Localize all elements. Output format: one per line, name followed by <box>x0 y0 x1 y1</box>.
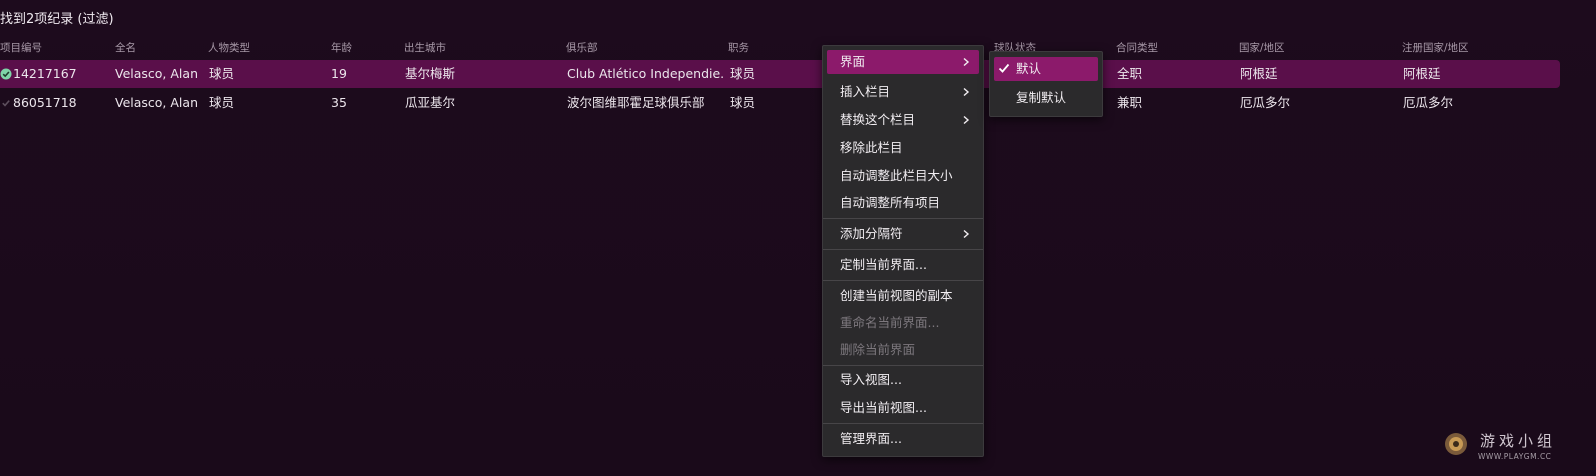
column-header-club[interactable]: 俱乐部 <box>566 40 598 55</box>
menu-separator <box>823 249 983 250</box>
submenu-item-label: 默认 <box>1016 61 1042 76</box>
menu-item-export-view[interactable]: 导出当前视图... <box>827 396 979 420</box>
submenu-item-copy-default[interactable]: 复制默认 <box>994 86 1098 110</box>
submenu-item-default[interactable]: 默认 <box>994 57 1098 81</box>
row-registered-country: 阿根廷 <box>1403 66 1441 81</box>
row-registered-country: 厄瓜多尔 <box>1403 95 1454 110</box>
menu-item-insert-column[interactable]: 插入栏目 <box>827 80 979 104</box>
menu-item-replace-column[interactable]: 替换这个栏目 <box>827 108 979 132</box>
column-header-type[interactable]: 人物类型 <box>208 40 250 55</box>
column-header-id[interactable]: 项目编号 <box>0 40 42 55</box>
result-count: 找到2项纪录 (过滤) <box>0 12 114 27</box>
menu-separator <box>823 280 983 281</box>
row-role: 球员 <box>730 95 756 110</box>
menu-item-label: 自动调整所有项目 <box>840 195 941 210</box>
menu-item-remove-column[interactable]: 移除此栏目 <box>827 136 979 160</box>
column-header-country[interactable]: 国家/地区 <box>1239 40 1285 55</box>
menu-item-label: 删除当前界面 <box>840 342 916 357</box>
column-header-registered-country[interactable]: 注册国家/地区 <box>1402 40 1469 55</box>
menu-item-view[interactable]: 界面 <box>827 50 979 74</box>
menu-item-label: 重命名当前界面... <box>840 315 940 330</box>
row-id: 14217167 <box>13 66 77 81</box>
menu-item-label: 添加分隔符 <box>840 226 903 241</box>
row-age: 35 <box>331 95 347 110</box>
menu-separator <box>823 365 983 366</box>
checkmark-outline-icon <box>2 100 10 107</box>
menu-item-manage-views[interactable]: 管理界面... <box>827 427 979 451</box>
row-contract: 兼职 <box>1117 95 1143 110</box>
row-city: 瓜亚基尔 <box>405 95 456 110</box>
column-header-role[interactable]: 职务 <box>728 40 749 55</box>
row-club[interactable]: 波尔图维耶霍足球俱乐部 <box>567 89 725 117</box>
row-country: 厄瓜多尔 <box>1240 95 1291 110</box>
menu-separator <box>823 218 983 219</box>
menu-item-add-separator[interactable]: 添加分隔符 <box>827 222 979 246</box>
table-row[interactable]: 14217167 Velasco, Alan 球员 19 基尔梅斯 Club A… <box>0 60 1560 88</box>
row-age: 19 <box>331 66 347 81</box>
menu-item-label: 导入视图... <box>840 372 902 387</box>
menu-item-label: 插入栏目 <box>840 84 891 99</box>
menu-separator <box>823 423 983 424</box>
watermark-logo-icon <box>1445 433 1467 455</box>
menu-item-rename-view: 重命名当前界面... <box>827 311 979 335</box>
column-header-contract-type[interactable]: 合同类型 <box>1116 40 1158 55</box>
menu-item-duplicate-view[interactable]: 创建当前视图的副本 <box>827 284 979 308</box>
column-header-name[interactable]: 全名 <box>115 40 136 55</box>
menu-item-customize-view[interactable]: 定制当前界面... <box>827 253 979 277</box>
row-name[interactable]: Velasco, Alan <box>115 60 198 88</box>
row-type: 球员 <box>209 66 235 81</box>
column-header-birth-city[interactable]: 出生城市 <box>404 40 446 55</box>
menu-item-autosize-column[interactable]: 自动调整此栏目大小 <box>827 164 979 188</box>
menu-item-delete-view: 删除当前界面 <box>827 338 979 362</box>
row-type: 球员 <box>209 95 235 110</box>
menu-item-autosize-all[interactable]: 自动调整所有项目 <box>827 191 979 215</box>
menu-item-label: 定制当前界面... <box>840 257 927 272</box>
menu-item-label: 替换这个栏目 <box>840 112 916 127</box>
row-contract: 全职 <box>1117 66 1143 81</box>
watermark-text: 游戏小组 <box>1480 432 1557 450</box>
row-club[interactable]: Club Atlético Independie... <box>567 60 725 88</box>
menu-item-label: 移除此栏目 <box>840 140 903 155</box>
menu-item-label: 自动调整此栏目大小 <box>840 168 953 183</box>
menu-item-label: 管理界面... <box>840 431 902 446</box>
column-context-menu: 界面 插入栏目 替换这个栏目 移除此栏目 自动调整此栏目大小 自动调整所有项目 … <box>822 45 984 457</box>
chevron-right-icon <box>963 87 970 97</box>
chevron-right-icon <box>963 115 970 125</box>
column-header-age[interactable]: 年龄 <box>331 40 352 55</box>
chevron-right-icon <box>963 229 970 239</box>
checkmark-circle-icon <box>0 68 12 80</box>
chevron-right-icon <box>963 57 970 67</box>
submenu-item-label: 复制默认 <box>1016 90 1067 105</box>
menu-item-label: 创建当前视图的副本 <box>840 288 953 303</box>
view-submenu: 默认 复制默认 <box>989 51 1103 117</box>
menu-item-label: 导出当前视图... <box>840 400 927 415</box>
table-header: 项目编号 全名 人物类型 年龄 出生城市 俱乐部 职务 球队状态 合同类型 国家… <box>0 40 1596 54</box>
menu-item-label: 界面 <box>840 54 866 69</box>
row-city: 基尔梅斯 <box>405 66 456 81</box>
row-country: 阿根廷 <box>1240 66 1278 81</box>
menu-item-import-view[interactable]: 导入视图... <box>827 368 979 392</box>
row-name[interactable]: Velasco, Alan <box>115 89 198 117</box>
watermark: 游戏小组 WWW.PLAYGM.CC <box>1444 428 1594 468</box>
row-id: 86051718 <box>13 95 77 110</box>
check-icon <box>998 63 1010 73</box>
watermark-url: WWW.PLAYGM.CC <box>1478 452 1552 461</box>
row-role: 球员 <box>730 66 756 81</box>
player-search-screen: 找到2项纪录 (过滤) 项目编号 全名 人物类型 年龄 出生城市 俱乐部 职务 … <box>0 0 1596 476</box>
table-row[interactable]: 86051718 Velasco, Alan 球员 35 瓜亚基尔 波尔图维耶霍… <box>0 89 1560 117</box>
